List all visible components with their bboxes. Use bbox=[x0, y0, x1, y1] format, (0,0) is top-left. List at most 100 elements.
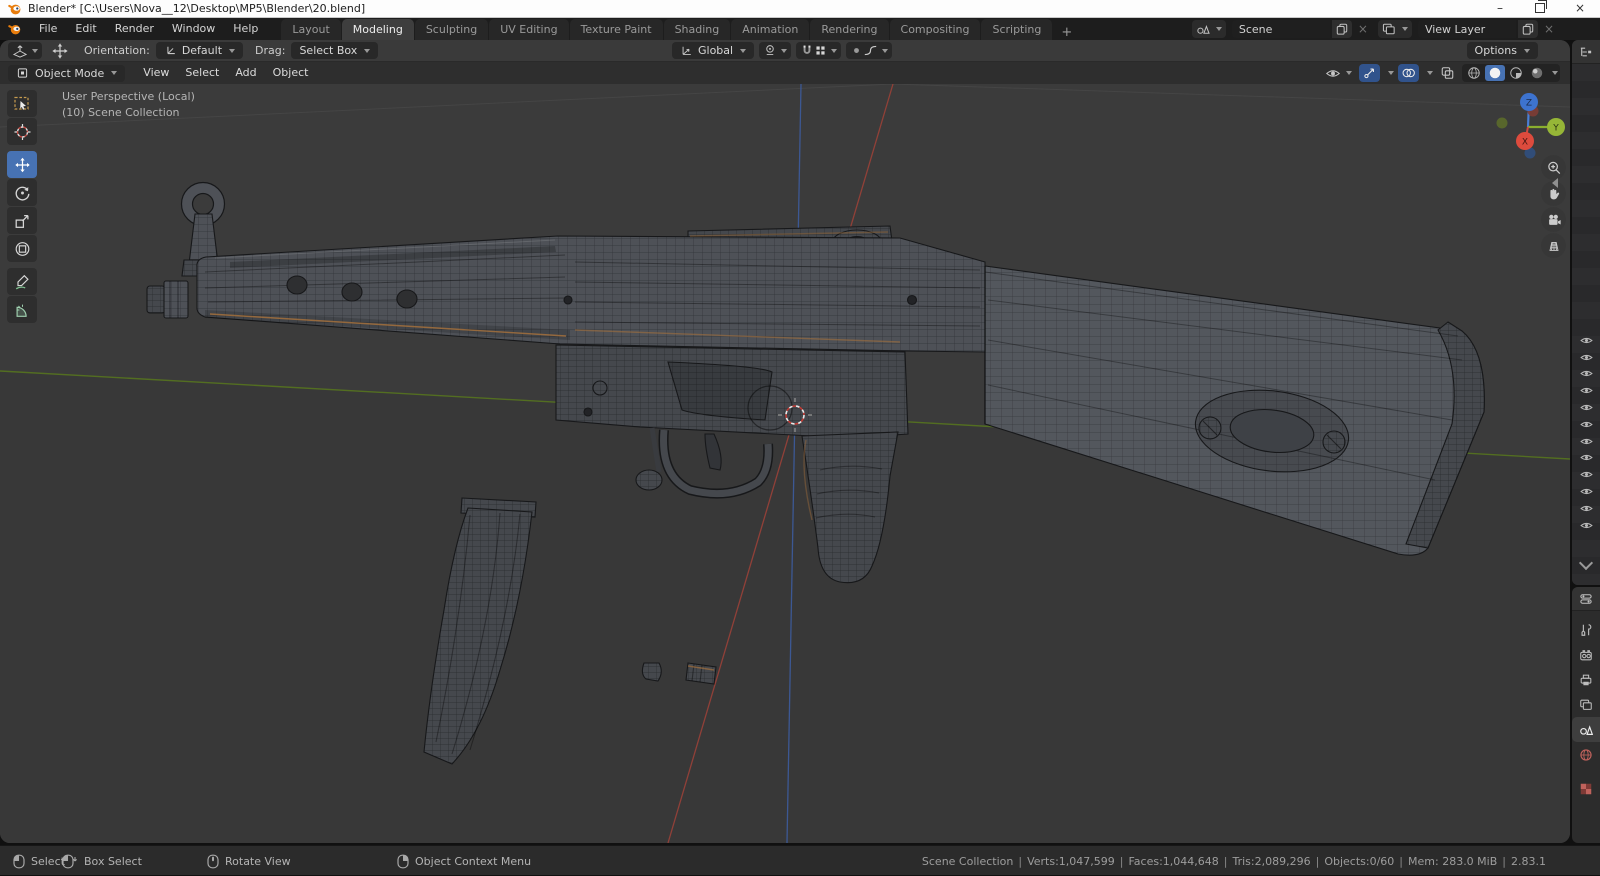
outliner-header[interactable] bbox=[1572, 40, 1600, 64]
close-button[interactable]: × bbox=[1560, 0, 1600, 17]
show-overlays-toggle[interactable] bbox=[1398, 64, 1419, 82]
workspace-tab-animation[interactable]: Animation bbox=[731, 19, 810, 40]
blender-menu-button[interactable] bbox=[0, 22, 30, 36]
options-dropdown[interactable]: Options bbox=[1466, 42, 1538, 59]
properties-header[interactable] bbox=[1572, 587, 1600, 611]
gizmo-dropdown-carat[interactable] bbox=[1388, 71, 1394, 75]
tool-select-box[interactable] bbox=[7, 90, 37, 117]
workspace-tab-sculpting[interactable]: Sculpting bbox=[414, 19, 489, 40]
workspace-tab-texture-paint[interactable]: Texture Paint bbox=[569, 19, 663, 40]
camera-view-button[interactable] bbox=[1541, 207, 1566, 232]
pivot-point-dropdown[interactable] bbox=[759, 42, 792, 59]
gizmo-axis-neg-y[interactable] bbox=[1496, 117, 1508, 129]
cursor-tool-icon bbox=[14, 123, 30, 140]
sidebar-collapse-arrow[interactable] bbox=[1552, 178, 1558, 188]
workspace-tab-rendering[interactable]: Rendering bbox=[810, 19, 889, 40]
tab-texture-properties[interactable] bbox=[1572, 776, 1600, 801]
viewport-menu-view[interactable]: View bbox=[135, 62, 177, 84]
overlays-dropdown-carat[interactable] bbox=[1427, 71, 1433, 75]
viewport-menu-object[interactable]: Object bbox=[265, 62, 317, 84]
view-layer-browse-button[interactable] bbox=[1377, 20, 1412, 38]
hide-in-viewport-eye-icon[interactable] bbox=[1579, 366, 1593, 383]
tab-scene-properties[interactable] bbox=[1572, 717, 1600, 742]
shading-rendered-button[interactable] bbox=[1527, 65, 1547, 81]
tool-cursor[interactable] bbox=[7, 118, 37, 145]
tab-output-properties[interactable] bbox=[1572, 667, 1600, 692]
active-tool-button[interactable] bbox=[8, 42, 42, 59]
object-type-visibility-button[interactable] bbox=[1322, 64, 1355, 82]
mode-dropdown[interactable]: Object Mode bbox=[8, 64, 126, 82]
orthographic-toggle-button[interactable] bbox=[1541, 233, 1566, 258]
options-controls: Options bbox=[1466, 42, 1538, 59]
navigation-gizmo[interactable]: Z Y X bbox=[1488, 88, 1570, 162]
view-layer-name-field[interactable]: View Layer bbox=[1417, 20, 1516, 38]
menu-render[interactable]: Render bbox=[106, 18, 163, 40]
workspace-tab-layout[interactable]: Layout bbox=[281, 19, 341, 40]
tool-scale[interactable] bbox=[7, 207, 37, 234]
shading-material-button[interactable] bbox=[1506, 65, 1526, 81]
tool-measure[interactable] bbox=[7, 296, 37, 323]
tool-annotate[interactable] bbox=[7, 268, 37, 295]
snap-magnet-icon[interactable] bbox=[800, 44, 814, 57]
hide-in-viewport-eye-icon[interactable] bbox=[1579, 450, 1593, 467]
shading-wireframe-button[interactable] bbox=[1464, 65, 1484, 81]
hide-in-viewport-eye-icon[interactable] bbox=[1579, 416, 1593, 433]
tab-tool-properties[interactable] bbox=[1572, 617, 1600, 642]
gizmo-axis-z[interactable]: Z bbox=[1520, 93, 1538, 111]
gizmo-axis-x[interactable]: X bbox=[1516, 132, 1534, 150]
restore-button[interactable] bbox=[1520, 0, 1560, 17]
workspace-tab-modeling[interactable]: Modeling bbox=[341, 19, 414, 40]
view-layer-copy-button[interactable] bbox=[1517, 20, 1538, 38]
zoom-button[interactable] bbox=[1541, 155, 1566, 180]
tool-rotate[interactable] bbox=[7, 179, 37, 206]
drag-dropdown[interactable]: Select Box bbox=[291, 42, 379, 59]
hide-in-viewport-eye-icon[interactable] bbox=[1579, 466, 1593, 483]
workspace-tab-uv-editing[interactable]: UV Editing bbox=[489, 19, 569, 40]
tab-render-properties[interactable] bbox=[1572, 642, 1600, 667]
tab-world-properties[interactable] bbox=[1572, 742, 1600, 767]
hide-in-viewport-eye-icon[interactable] bbox=[1579, 483, 1593, 500]
scene-copy-button[interactable] bbox=[1331, 20, 1352, 38]
menu-help[interactable]: Help bbox=[224, 18, 267, 40]
hide-in-viewport-eye-icon[interactable] bbox=[1579, 500, 1593, 517]
menu-edit[interactable]: Edit bbox=[66, 18, 105, 40]
orientation-dropdown[interactable]: Default bbox=[155, 42, 244, 59]
hide-in-viewport-eye-icon[interactable] bbox=[1579, 349, 1593, 366]
hide-in-viewport-eye-icon[interactable] bbox=[1579, 399, 1593, 416]
tool-transform[interactable] bbox=[7, 235, 37, 262]
minimize-button[interactable]: – bbox=[1480, 0, 1520, 17]
transform-orientation-dropdown[interactable]: Global bbox=[672, 42, 755, 59]
hide-in-viewport-eye-icon[interactable] bbox=[1579, 517, 1593, 534]
proportional-editing-icon[interactable] bbox=[850, 44, 863, 57]
tab-view-layer-properties[interactable] bbox=[1572, 692, 1600, 717]
shading-dropdown-carat[interactable] bbox=[1552, 71, 1558, 75]
outliner-collapse-chevron-icon[interactable] bbox=[1578, 555, 1594, 571]
workspace-tab-shading[interactable]: Shading bbox=[663, 19, 731, 40]
tool-move[interactable] bbox=[7, 151, 37, 178]
workspace-tab-compositing[interactable]: Compositing bbox=[889, 19, 981, 40]
show-gizmo-toggle[interactable] bbox=[1359, 64, 1380, 82]
scene-browse-button[interactable] bbox=[1191, 20, 1226, 38]
add-workspace-button[interactable]: + bbox=[1053, 25, 1080, 40]
hide-in-viewport-eye-icon[interactable] bbox=[1579, 332, 1593, 349]
menu-window[interactable]: Window bbox=[163, 18, 224, 40]
shading-solid-button[interactable] bbox=[1485, 65, 1505, 81]
scene-selector: Scene × bbox=[1231, 20, 1372, 38]
menu-file[interactable]: File bbox=[30, 18, 66, 40]
scene-name-field[interactable]: Scene bbox=[1231, 20, 1330, 38]
gizmo-axis-y[interactable]: Y bbox=[1547, 118, 1565, 136]
viewport-canvas[interactable]: User Perspective (Local) (10) Scene Coll… bbox=[0, 84, 1570, 843]
scene-unlink-button[interactable]: × bbox=[1354, 22, 1372, 36]
viewport-menu-select[interactable]: Select bbox=[177, 62, 227, 84]
workspace-tab-scripting[interactable]: Scripting bbox=[981, 19, 1053, 40]
xray-toggle[interactable] bbox=[1437, 64, 1458, 82]
snap-target-icon[interactable] bbox=[814, 44, 827, 57]
chevron-down-icon bbox=[781, 48, 788, 53]
hide-in-viewport-eye-icon[interactable] bbox=[1579, 433, 1593, 450]
falloff-curve-icon[interactable] bbox=[863, 44, 878, 57]
hide-in-viewport-eye-icon[interactable] bbox=[1579, 382, 1593, 399]
outliner-rows[interactable] bbox=[1572, 64, 1600, 585]
view-layer-remove-button[interactable]: × bbox=[1540, 22, 1558, 36]
viewport-menu-add[interactable]: Add bbox=[227, 62, 264, 84]
chevron-down-icon bbox=[740, 48, 747, 53]
